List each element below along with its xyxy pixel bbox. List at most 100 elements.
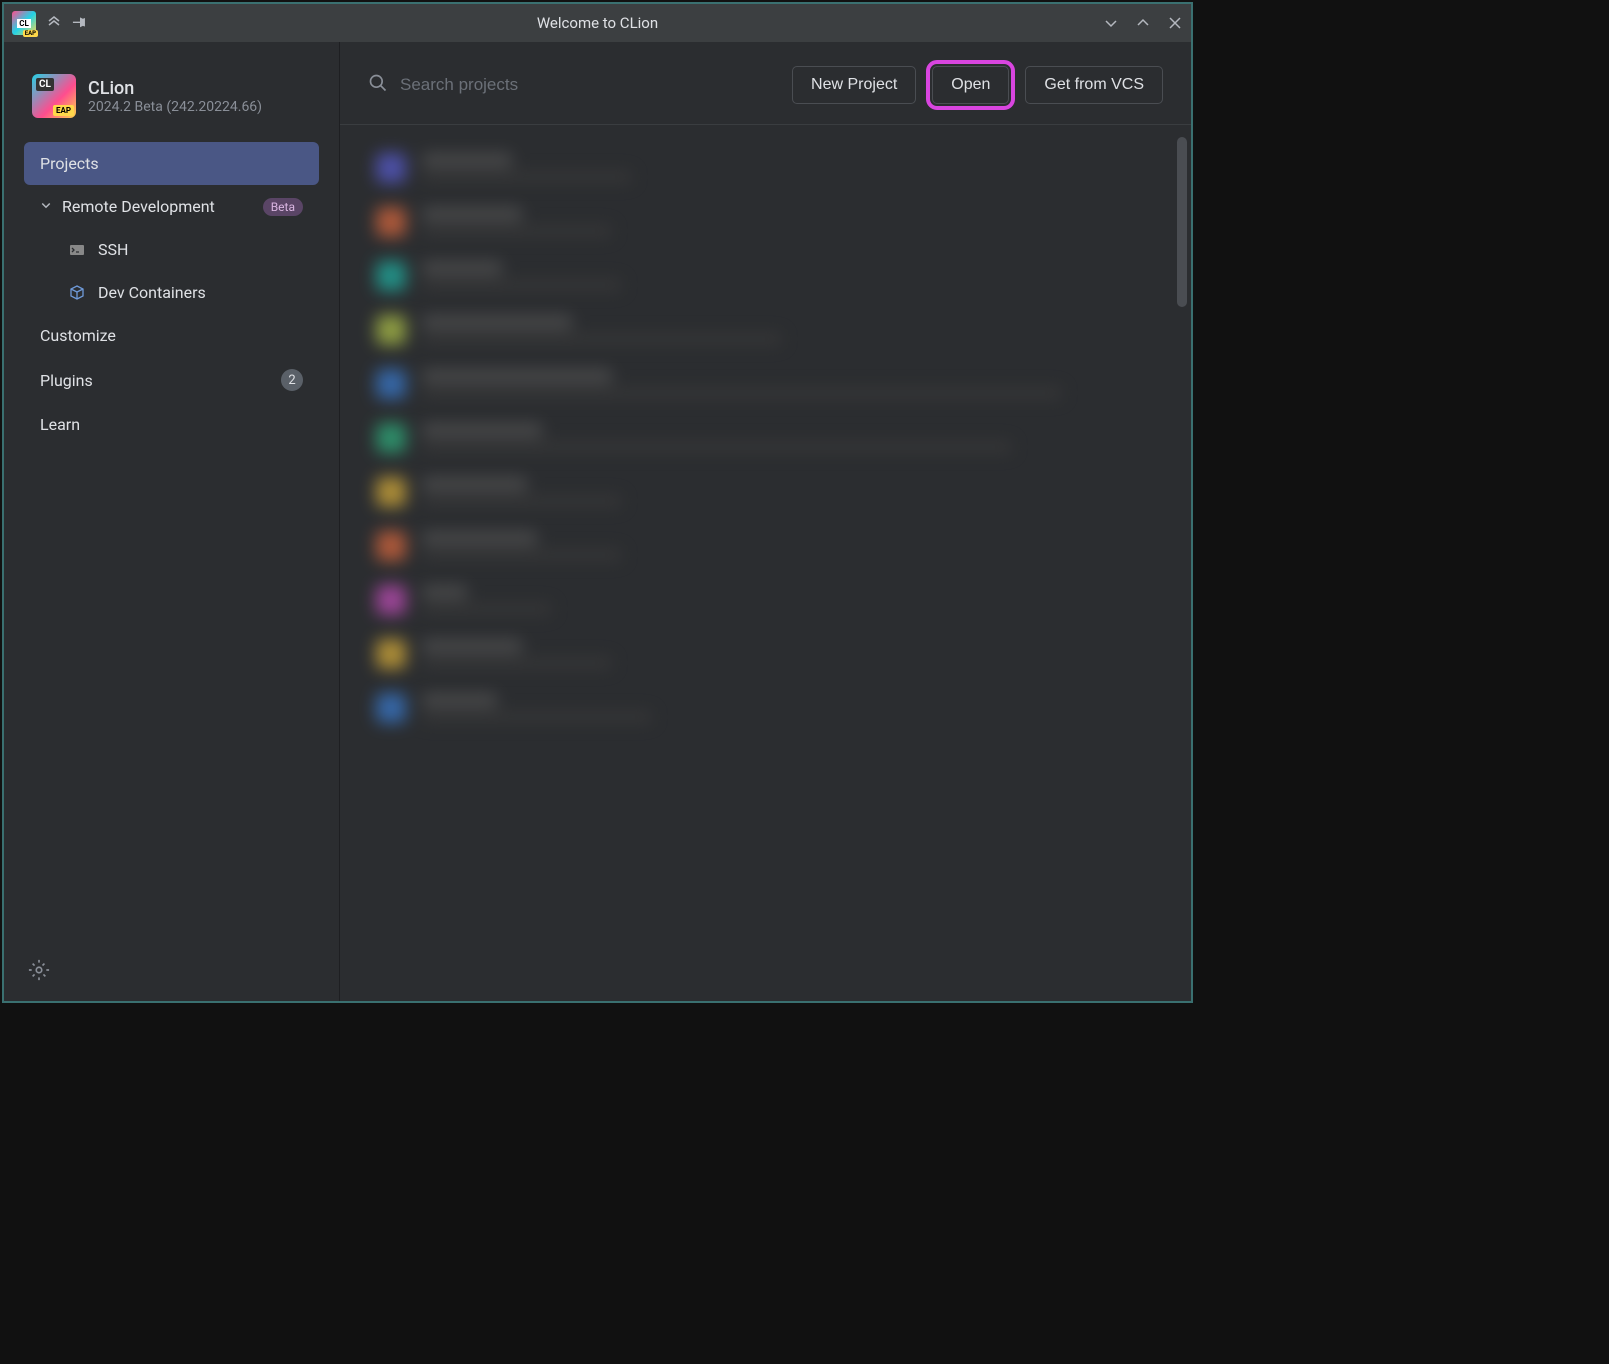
project-title (422, 207, 522, 221)
project-title (422, 153, 512, 167)
sidebar-item-learn[interactable]: Learn (24, 403, 319, 446)
sidebar-footer (4, 943, 339, 1001)
project-path (422, 171, 632, 183)
project-item[interactable] (368, 303, 1179, 357)
sidebar-item-ssh[interactable]: SSH (52, 228, 319, 271)
project-icon (376, 207, 406, 237)
project-text (422, 369, 1062, 399)
nav-sub-remote: SSH Dev Containers (24, 228, 319, 314)
gear-icon[interactable] (28, 966, 50, 985)
project-path (422, 441, 1012, 453)
sidebar-item-plugins[interactable]: Plugins 2 (24, 357, 319, 403)
project-title (422, 477, 527, 491)
project-icon (376, 639, 406, 669)
project-text (422, 315, 782, 345)
body: CL EAP CLion 2024.2 Beta (242.20224.66) … (4, 42, 1191, 1001)
project-text (422, 477, 622, 507)
eap-badge: EAP (23, 30, 38, 37)
chevron-down-icon (40, 199, 52, 214)
project-text (422, 423, 1012, 453)
project-text (422, 693, 652, 723)
project-title (422, 531, 537, 545)
project-icon (376, 261, 406, 291)
project-path (422, 279, 622, 291)
cube-icon (68, 284, 86, 302)
titlebar: EAP Welcome to CLion (4, 4, 1191, 42)
sidebar-label-remote: Remote Development (62, 197, 215, 216)
new-project-button[interactable]: New Project (792, 66, 916, 104)
app-icon-small: EAP (12, 11, 36, 35)
titlebar-right (1103, 15, 1183, 31)
project-title (422, 423, 542, 437)
project-title (422, 585, 467, 599)
beta-badge: Beta (263, 198, 303, 216)
search-icon (368, 73, 388, 97)
project-item[interactable] (368, 357, 1179, 411)
sidebar: CL EAP CLion 2024.2 Beta (242.20224.66) … (4, 42, 340, 1001)
search-input[interactable] (400, 75, 776, 95)
project-icon (376, 693, 406, 723)
app-version: 2024.2 Beta (242.20224.66) (88, 99, 262, 115)
plugins-count-badge: 2 (281, 369, 303, 391)
app-info: CLion 2024.2 Beta (242.20224.66) (88, 78, 262, 115)
nav: Projects Remote Development Beta SSH (4, 142, 339, 446)
get-from-vcs-button[interactable]: Get from VCS (1025, 66, 1163, 104)
sidebar-item-customize[interactable]: Customize (24, 314, 319, 357)
project-icon (376, 477, 406, 507)
project-text (422, 261, 622, 291)
project-item[interactable] (368, 519, 1179, 573)
chevron-up-icon[interactable] (1135, 15, 1151, 31)
search-wrap (368, 73, 776, 97)
chevron-down-icon[interactable] (1103, 15, 1119, 31)
sidebar-label-learn: Learn (40, 415, 80, 434)
project-title (422, 261, 502, 275)
project-item[interactable] (368, 141, 1179, 195)
project-path (422, 387, 1062, 399)
pin-icon[interactable] (72, 15, 88, 31)
close-icon[interactable] (1167, 15, 1183, 31)
project-text (422, 153, 632, 183)
project-list[interactable] (340, 125, 1191, 1001)
collapse-up-icon[interactable] (46, 15, 62, 31)
sidebar-label-projects: Projects (40, 154, 99, 173)
project-item[interactable] (368, 681, 1179, 735)
open-button[interactable]: Open (932, 66, 1009, 104)
sidebar-item-remote[interactable]: Remote Development Beta (24, 185, 319, 228)
project-text (422, 207, 612, 237)
project-item[interactable] (368, 411, 1179, 465)
titlebar-left: EAP (12, 11, 88, 35)
project-title (422, 369, 612, 383)
project-item[interactable] (368, 465, 1179, 519)
project-icon (376, 423, 406, 453)
sidebar-label-customize: Customize (40, 326, 116, 345)
project-path (422, 549, 622, 561)
window-title: Welcome to CLion (537, 14, 658, 32)
project-text (422, 585, 552, 615)
project-title (422, 693, 497, 707)
project-icon (376, 153, 406, 183)
welcome-window: EAP Welcome to CLion (2, 2, 1193, 1003)
project-icon (376, 585, 406, 615)
project-path (422, 603, 552, 615)
project-icon (376, 531, 406, 561)
project-title (422, 315, 572, 329)
project-icon (376, 369, 406, 399)
app-icon: CL EAP (32, 74, 76, 118)
sidebar-label-plugins: Plugins (40, 371, 93, 390)
project-item[interactable] (368, 195, 1179, 249)
sidebar-label-ssh: SSH (98, 240, 128, 259)
project-item[interactable] (368, 573, 1179, 627)
project-path (422, 225, 612, 237)
project-item[interactable] (368, 249, 1179, 303)
project-icon (376, 315, 406, 345)
sidebar-item-projects[interactable]: Projects (24, 142, 319, 185)
sidebar-item-dev-containers[interactable]: Dev Containers (52, 271, 319, 314)
project-path (422, 657, 612, 669)
toolbar: New Project Open Get from VCS (340, 42, 1191, 125)
project-item[interactable] (368, 627, 1179, 681)
project-path (422, 711, 652, 723)
main: New Project Open Get from VCS (340, 42, 1191, 1001)
eap-badge-large: EAP (53, 105, 74, 116)
project-title (422, 639, 522, 653)
project-text (422, 531, 622, 561)
